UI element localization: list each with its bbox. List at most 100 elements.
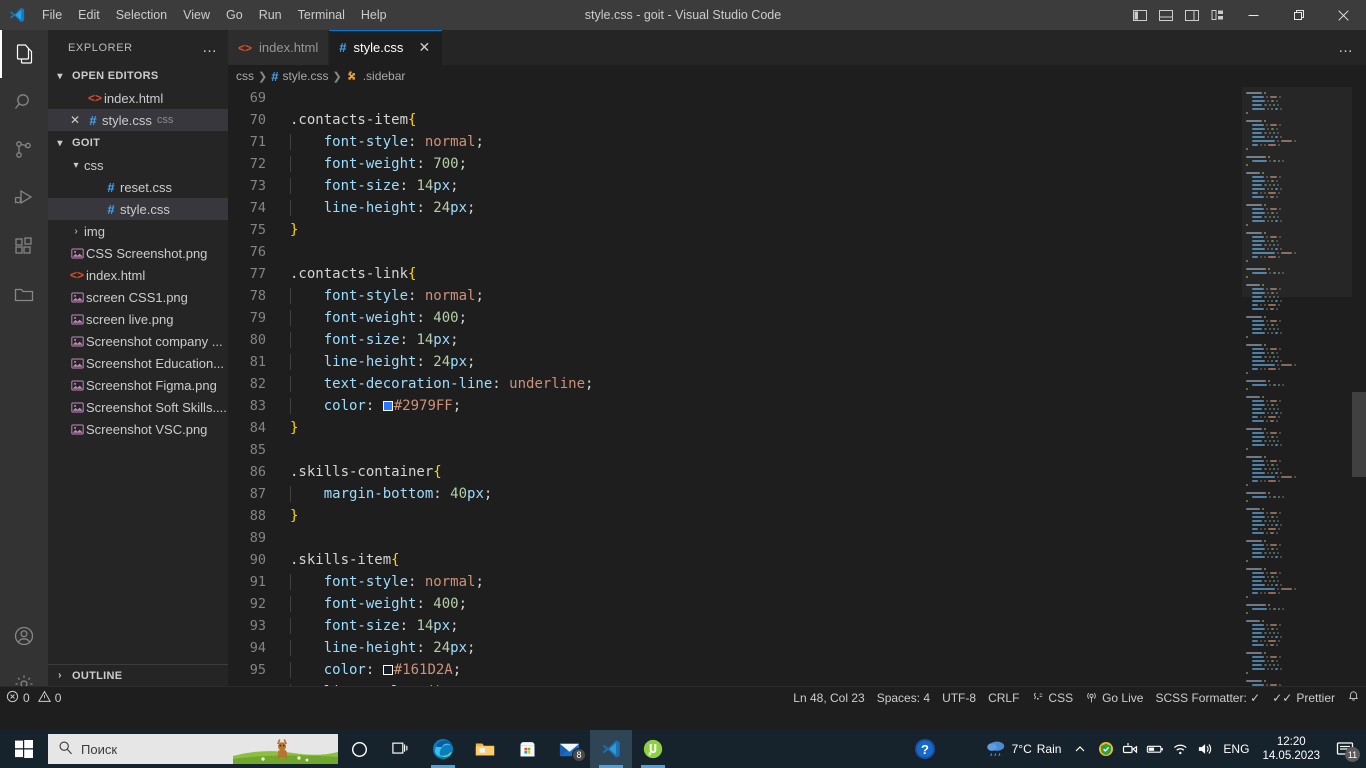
status-scss-formatter[interactable]: SCSS Formatter: ✓ [1149, 687, 1266, 709]
color-swatch[interactable] [382, 665, 393, 675]
code-line[interactable]: 84} [228, 417, 1366, 439]
menu-terminal[interactable]: Terminal [290, 0, 353, 30]
color-swatch[interactable] [382, 401, 393, 411]
status-encoding[interactable]: UTF-8 [936, 687, 982, 709]
breadcrumb-item-style-css[interactable]: style.css [282, 69, 328, 83]
toggle-secondary-sidebar-icon[interactable] [1179, 0, 1205, 30]
tray-shield-green-icon[interactable] [1094, 730, 1118, 768]
menu-go[interactable]: Go [218, 0, 251, 30]
menu-edit[interactable]: Edit [70, 0, 108, 30]
scrollbar-thumb[interactable] [1352, 392, 1366, 477]
breadcrumb-item-selector[interactable]: .sidebar [363, 69, 406, 83]
code-line[interactable]: 70 .contacts-item{ [228, 109, 1366, 131]
open-editor-style-css[interactable]: ✕ # style.css css [48, 109, 228, 131]
minimize-button[interactable] [1231, 0, 1276, 30]
code-line[interactable]: 87 margin-bottom: 40px; [228, 483, 1366, 505]
taskbar-task-view-icon[interactable] [380, 730, 422, 768]
sidebar-more-actions-icon[interactable]: … [202, 39, 218, 56]
menu-file[interactable]: File [34, 0, 70, 30]
status-eol[interactable]: CRLF [982, 687, 1025, 709]
code-line[interactable]: 74 line-height: 24px; [228, 197, 1366, 219]
status-language-mode[interactable]: CSS [1025, 687, 1079, 709]
menu-selection[interactable]: Selection [108, 0, 175, 30]
code-line[interactable]: 75} [228, 219, 1366, 241]
code-line[interactable]: 94 line-height: 24px; [228, 637, 1366, 659]
activitybar-item-run-and-debug[interactable] [0, 174, 48, 222]
code-line[interactable]: 79 font-weight: 400; [228, 307, 1366, 329]
code-line[interactable]: 71 font-style: normal; [228, 131, 1366, 153]
taskbar-weather[interactable]: 7°C Rain [980, 730, 1067, 768]
close-button[interactable] [1321, 0, 1366, 30]
windows-start-icon[interactable] [0, 730, 48, 768]
tab-close-icon[interactable]: ✕ [416, 39, 432, 56]
tray-language-indicator[interactable]: ENG [1218, 730, 1254, 768]
breadcrumb-item-css[interactable]: css [236, 69, 254, 83]
code-line[interactable]: 92 font-weight: 400; [228, 593, 1366, 615]
code-line[interactable]: 95 color: #161D2A; [228, 659, 1366, 681]
activitybar-item-explorer[interactable] [0, 30, 48, 78]
tree-item-screen-live-png[interactable]: screen live.png [48, 308, 228, 330]
status-prettier[interactable]: ✓✓ Prettier [1266, 687, 1341, 709]
taskbar-cortana-icon[interactable] [338, 730, 380, 768]
toggle-primary-sidebar-icon[interactable] [1127, 0, 1153, 30]
code-line[interactable]: 81 line-height: 24px; [228, 351, 1366, 373]
tree-item-reset-css[interactable]: # reset.css [48, 176, 228, 198]
code-line[interactable]: 72 font-weight: 700; [228, 153, 1366, 175]
tab-style-css[interactable]: # style.css ✕ [329, 30, 444, 65]
code-line[interactable]: 86 .skills-container{ [228, 461, 1366, 483]
tree-item-screenshot-education[interactable]: Screenshot Education... [48, 352, 228, 374]
maximize-button[interactable] [1276, 0, 1321, 30]
activitybar-item-search[interactable] [0, 78, 48, 126]
tray-camera-icon[interactable] [1118, 730, 1142, 768]
code-line[interactable]: 83 color: #2979FF; [228, 395, 1366, 417]
tray-wifi-icon[interactable] [1168, 730, 1193, 768]
code-line[interactable]: 91 font-style: normal; [228, 571, 1366, 593]
section-project-goit[interactable]: ▾ GOIT [48, 132, 228, 154]
minimap[interactable] [1242, 87, 1352, 708]
taskbar-search-box[interactable]: Поиск [48, 734, 338, 764]
tree-item-css-screenshot-png[interactable]: CSS Screenshot.png [48, 242, 228, 264]
close-icon[interactable]: ✕ [66, 113, 84, 127]
code-line[interactable]: 90 .skills-item{ [228, 549, 1366, 571]
open-editor-index-html[interactable]: <> index.html [48, 87, 228, 109]
taskbar-file-explorer-icon[interactable] [464, 730, 506, 768]
code-line[interactable]: 76 [228, 241, 1366, 263]
tree-item-screenshot-soft-skills[interactable]: Screenshot Soft Skills.... [48, 396, 228, 418]
tree-item-style-css[interactable]: # style.css [48, 198, 228, 220]
code-line[interactable]: 89 [228, 527, 1366, 549]
status-problems[interactable]: 0 0 [0, 687, 67, 709]
taskbar-mail-icon[interactable]: 8 [548, 730, 590, 768]
menu-view[interactable]: View [175, 0, 218, 30]
code-editor[interactable]: 69 70 .contacts-item{71 font-style: normal… [228, 87, 1366, 708]
tree-item-index-html[interactable]: <> index.html [48, 264, 228, 286]
tree-item-screen-css1-png[interactable]: screen CSS1.png [48, 286, 228, 308]
tray-volume-icon[interactable] [1193, 730, 1218, 768]
tree-item-screenshot-figma[interactable]: Screenshot Figma.png [48, 374, 228, 396]
code-line[interactable]: 80 font-size: 14px; [228, 329, 1366, 351]
toggle-panel-icon[interactable] [1153, 0, 1179, 30]
minimap-slider[interactable] [1242, 87, 1352, 297]
taskbar-microsoft-store-icon[interactable] [506, 730, 548, 768]
menu-help[interactable]: Help [353, 0, 395, 30]
code-line[interactable]: 78 font-style: normal; [228, 285, 1366, 307]
code-line[interactable]: 88} [228, 505, 1366, 527]
activitybar-item-extensions[interactable] [0, 222, 48, 270]
tray-chevron-up-icon[interactable] [1066, 730, 1094, 768]
code-line[interactable]: 93 font-size: 14px; [228, 615, 1366, 637]
customize-layout-icon[interactable] [1205, 0, 1231, 30]
taskbar-visual-studio-code-icon[interactable] [590, 730, 632, 768]
section-outline[interactable]: › OUTLINE [48, 664, 228, 686]
code-line[interactable]: 82 text-decoration-line: underline; [228, 373, 1366, 395]
tree-item-screenshot-company[interactable]: Screenshot company ... [48, 330, 228, 352]
tree-item-css-folder[interactable]: ▾ css [48, 154, 228, 176]
status-cursor-position[interactable]: Ln 48, Col 23 [787, 687, 870, 709]
activitybar-item-remote-explorer[interactable] [0, 270, 48, 318]
tree-item-screenshot-vsc[interactable]: Screenshot VSC.png [48, 418, 228, 440]
status-indentation[interactable]: Spaces: 4 [871, 687, 936, 709]
status-notifications[interactable] [1341, 687, 1366, 709]
tray-battery-icon[interactable] [1142, 730, 1168, 768]
code-line[interactable]: 85 [228, 439, 1366, 461]
taskbar-help-icon[interactable]: ? [904, 730, 946, 768]
activitybar-item-accounts[interactable] [0, 612, 48, 660]
taskbar-microsoft-edge-icon[interactable] [422, 730, 464, 768]
